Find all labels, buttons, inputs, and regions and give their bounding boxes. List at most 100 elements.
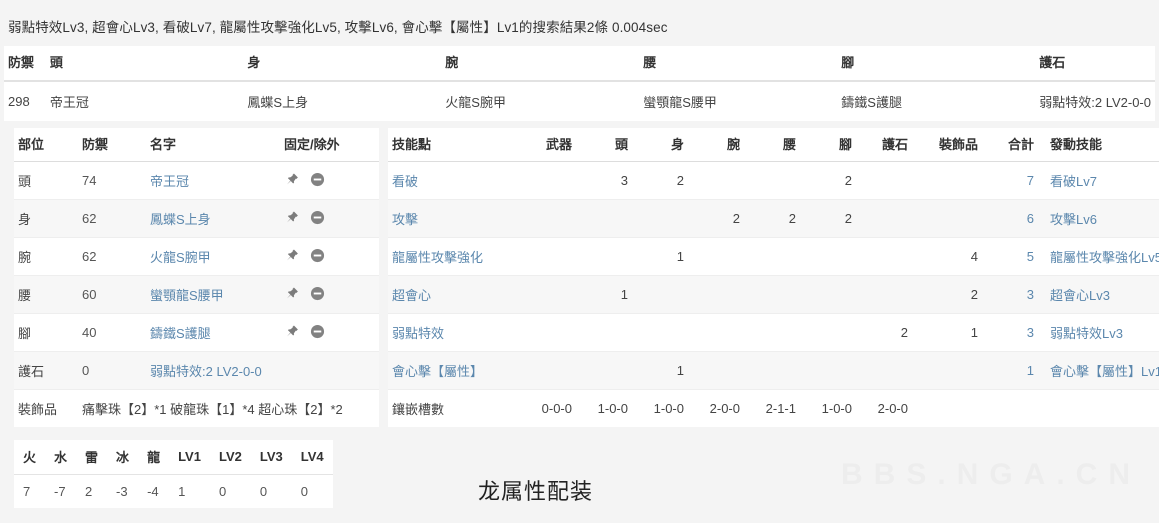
armor-cell-name[interactable]: 鳳蝶S上身 <box>146 199 280 238</box>
skill-cell-name[interactable]: 看破 <box>388 161 520 200</box>
armor-cell-name[interactable]: 火龍S腕甲 <box>146 237 280 276</box>
table-row[interactable]: 會心擊【屬性】 1 1 會心擊【屬性】Lv1 <box>388 351 1159 390</box>
skill-cell-body <box>632 275 688 314</box>
skill-cell-waist <box>744 351 800 390</box>
armor-cell-defense: 74 <box>78 161 146 200</box>
pin-icon[interactable] <box>284 248 299 266</box>
skill-cell-weapon <box>520 161 576 200</box>
table-row[interactable]: 腰 60 蠻顎龍S腰甲 <box>14 275 379 314</box>
skill-cell-legs <box>800 351 856 390</box>
skill-cell-weapon <box>520 275 576 314</box>
slots-cell-waist: 2-1-1 <box>744 389 800 427</box>
skill-header-head: 頭 <box>576 128 632 162</box>
table-row[interactable]: 腳 40 鑄鐵S護腿 <box>14 313 379 352</box>
exclude-icon[interactable] <box>310 172 325 190</box>
skill-cell-legs: 2 <box>800 199 856 238</box>
skill-cell-deco: 4 <box>912 237 982 276</box>
skill-cell-active[interactable]: 會心擊【屬性】Lv1 <box>1038 351 1159 390</box>
table-row[interactable]: 頭 74 帝王冠 <box>14 161 379 200</box>
exclude-icon[interactable] <box>310 210 325 228</box>
table-row[interactable]: 攻擊 2 2 2 6 攻擊Lv6 <box>388 199 1159 238</box>
skill-cell-body <box>632 313 688 352</box>
resistance-cell-thunder: 2 <box>85 484 93 499</box>
skill-cell-active[interactable]: 攻擊Lv6 <box>1038 199 1159 238</box>
resistance-table: 火 水 雷 冰 龍 LV1 LV2 LV3 LV4 7 -7 2 -3 -4 1… <box>14 440 333 508</box>
armor-header-row: 部位 防禦 名字 固定/除外 <box>14 128 379 162</box>
equipment-header-arms: 腕 <box>441 46 640 82</box>
skill-cell-name[interactable]: 龍屬性攻擊強化 <box>388 237 520 276</box>
resistance-table-body: 7 -7 2 -3 -4 1 0 0 0 <box>14 475 333 509</box>
armor-cell-part: 頭 <box>14 161 78 200</box>
resistance-header-ice: 冰 <box>107 440 139 475</box>
skill-cell-head <box>576 237 632 276</box>
armor-cell-name[interactable]: 蠻顎龍S腰甲 <box>146 275 280 314</box>
armor-detail-table: 部位 防禦 名字 固定/除外 頭 74 帝王冠 身 62 鳳蝶S上身 腕 62 … <box>14 128 379 427</box>
armor-cell-name[interactable]: 弱點特效:2 LV2-0-0 <box>146 351 379 390</box>
skill-header-body: 身 <box>632 128 688 162</box>
skill-header-active: 發動技能 <box>1038 128 1159 162</box>
table-row[interactable]: 腕 62 火龍S腕甲 <box>14 237 379 276</box>
pin-icon[interactable] <box>284 286 299 304</box>
skill-table-head: 技能點 武器 頭 身 腕 腰 腳 護石 裝飾品 合計 發動技能 <box>388 128 1159 162</box>
skill-cell-active[interactable]: 龍屬性攻擊強化Lv5 <box>1038 237 1159 276</box>
skill-cell-body <box>632 199 688 238</box>
armor-header-defense: 防禦 <box>78 128 146 162</box>
slots-cell-legs: 1-0-0 <box>800 389 856 427</box>
skill-header-charm: 護石 <box>856 128 912 162</box>
armor-table-body: 頭 74 帝王冠 身 62 鳳蝶S上身 腕 62 火龍S腕甲 腰 60 蠻顎龍S… <box>14 161 379 427</box>
table-row[interactable]: 看破 3 2 2 7 看破Lv7 <box>388 161 1159 200</box>
resistance-header-lv2: LV2 <box>209 440 251 475</box>
exclude-icon[interactable] <box>310 248 325 266</box>
skill-cell-name[interactable]: 會心擊【屬性】 <box>388 351 520 390</box>
search-result-line: 弱點特效Lv3, 超會心Lv3, 看破Lv7, 龍屬性攻擊強化Lv5, 攻擊Lv… <box>8 20 668 35</box>
armor-header-fix-exclude: 固定/除外 <box>280 128 379 162</box>
equipment-cell-legs: 鑄鐵S護腿 <box>841 95 902 110</box>
armor-cell-name[interactable]: 鑄鐵S護腿 <box>146 313 280 352</box>
skill-cell-deco: 1 <box>912 313 982 352</box>
skill-cell-active[interactable]: 弱點特效Lv3 <box>1038 313 1159 352</box>
pin-icon[interactable] <box>284 324 299 342</box>
skill-cell-active[interactable]: 看破Lv7 <box>1038 161 1159 200</box>
slots-row: 鑲嵌槽數 0-0-0 1-0-0 1-0-0 2-0-0 2-1-1 1-0-0… <box>388 389 1159 427</box>
slots-cell-head: 1-0-0 <box>576 389 632 427</box>
table-row[interactable]: 超會心 1 2 3 超會心Lv3 <box>388 275 1159 314</box>
skill-cell-total: 3 <box>982 275 1038 314</box>
table-row[interactable]: 298 帝王冠 鳳蝶S上身 火龍S腕甲 蠻顎龍S腰甲 鑄鐵S護腿 弱點特效:2 … <box>4 81 1155 121</box>
skill-cell-name[interactable]: 攻擊 <box>388 199 520 238</box>
skill-cell-waist <box>744 275 800 314</box>
skill-cell-name[interactable]: 弱點特效 <box>388 313 520 352</box>
skill-cell-body: 1 <box>632 351 688 390</box>
equipment-cell-charm: 弱點特效:2 LV2-0-0 <box>1039 95 1151 110</box>
skill-header-weapon: 武器 <box>520 128 576 162</box>
equipment-cell-defense: 298 <box>8 94 30 109</box>
exclude-icon[interactable] <box>310 286 325 304</box>
armor-header-part: 部位 <box>14 128 78 162</box>
table-row[interactable]: 護石 0 弱點特效:2 LV2-0-0 <box>14 351 379 390</box>
resistance-header-lv3: LV3 <box>250 440 292 475</box>
pin-icon[interactable] <box>284 172 299 190</box>
armor-cell-actions <box>280 237 379 276</box>
pin-icon[interactable] <box>284 210 299 228</box>
armor-cell-name[interactable]: 帝王冠 <box>146 161 280 200</box>
slots-cell-charm: 2-0-0 <box>856 389 912 427</box>
build-caption: 龙属性配装 <box>478 479 594 504</box>
skill-cell-name[interactable]: 超會心 <box>388 275 520 314</box>
resistance-header-thunder: 雷 <box>76 440 108 475</box>
exclude-icon[interactable] <box>310 324 325 342</box>
skill-cell-active[interactable]: 超會心Lv3 <box>1038 275 1159 314</box>
skill-cell-total: 3 <box>982 313 1038 352</box>
equipment-table-body: 298 帝王冠 鳳蝶S上身 火龍S腕甲 蠻顎龍S腰甲 鑄鐵S護腿 弱點特效:2 … <box>4 81 1155 121</box>
skill-cell-waist <box>744 237 800 276</box>
equipment-cell-waist: 蠻顎龍S腰甲 <box>643 95 717 110</box>
site-watermark: BBS.NGA.CN <box>840 458 1141 491</box>
resistance-cell-dragon: -4 <box>147 484 159 499</box>
resistance-header-row: 火 水 雷 冰 龍 LV1 LV2 LV3 LV4 <box>14 440 333 475</box>
skill-cell-body: 1 <box>632 237 688 276</box>
skill-table-body: 看破 3 2 2 7 看破Lv7 攻擊 2 2 2 6 攻擊Lv6 龍屬性攻擊強… <box>388 161 1159 427</box>
equipment-table-head: 防禦 頭 身 腕 腰 腳 護石 <box>4 46 1155 82</box>
table-row[interactable]: 龍屬性攻擊強化 1 4 5 龍屬性攻擊強化Lv5 <box>388 237 1159 276</box>
table-row[interactable]: 弱點特效 2 1 3 弱點特效Lv3 <box>388 313 1159 352</box>
table-row[interactable]: 身 62 鳳蝶S上身 <box>14 199 379 238</box>
skill-cell-legs <box>800 275 856 314</box>
resistance-header-lv4: LV4 <box>291 440 333 475</box>
